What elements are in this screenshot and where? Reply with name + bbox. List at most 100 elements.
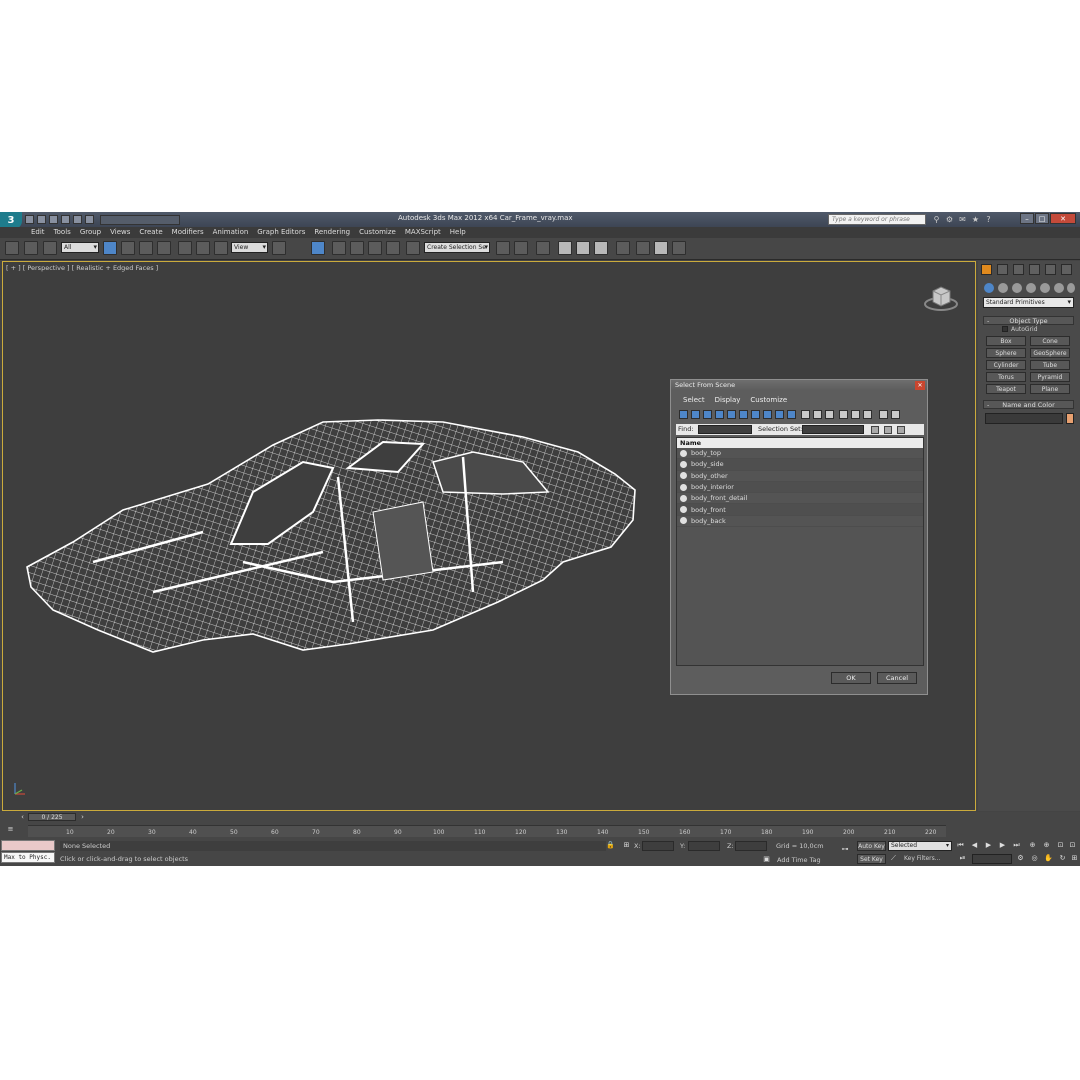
name-column-header[interactable]: Name [677,438,923,448]
orbit-icon[interactable]: ↻ [1058,854,1067,863]
filter-icon[interactable] [879,410,888,419]
reference-coordinate-dropdown[interactable]: View [231,242,268,253]
curve-editor-icon[interactable] [576,241,590,255]
edit-named-selection-icon[interactable] [406,241,420,255]
helpers-icon[interactable] [1040,283,1050,293]
menu-rendering[interactable]: Rendering [314,227,350,238]
cylinder-button[interactable]: Cylinder [986,360,1026,370]
select-by-name-icon[interactable] [121,241,135,255]
remove-from-selection-set-icon[interactable] [897,426,905,434]
rotate-icon[interactable] [196,241,210,255]
material-editor-icon[interactable] [616,241,630,255]
previous-frame-icon[interactable]: ◀ [970,841,979,850]
select-invert-icon[interactable] [863,410,872,419]
scene-object-list[interactable]: Name body_top body_side body_other body_… [676,437,924,666]
selection-set-dropdown[interactable] [802,425,864,434]
redo-icon[interactable] [73,215,82,224]
menu-modifiers[interactable]: Modifiers [172,227,204,238]
teapot-button[interactable]: Teapot [986,384,1026,394]
list-item[interactable]: body_back [677,516,923,528]
lights-icon[interactable] [1012,283,1022,293]
primitive-category-dropdown[interactable]: Standard Primitives [983,297,1074,308]
create-selection-set-icon[interactable] [871,426,879,434]
schematic-view-icon[interactable] [594,241,608,255]
link-icon[interactable] [5,241,19,255]
list-item[interactable]: body_interior [677,481,923,494]
time-configuration-icon[interactable]: ⚙ [1016,854,1025,863]
help-search-input[interactable]: Type a keyword or phrase [828,214,926,225]
object-color-swatch[interactable] [1066,413,1074,424]
pyramid-button[interactable]: Pyramid [1030,372,1070,382]
zoom-all-icon[interactable]: ⊕ [1042,841,1051,850]
bind-space-warp-icon[interactable] [43,241,57,255]
cameras-icon[interactable] [1026,283,1036,293]
geometry-icon[interactable] [984,283,994,293]
project-folder-icon[interactable] [85,215,94,224]
modify-tab-icon[interactable] [997,264,1008,275]
viewcube-icon[interactable] [924,283,958,311]
x-coordinate-field[interactable] [642,841,674,851]
time-tag-icon[interactable]: ▣ [762,855,771,864]
menu-tools[interactable]: Tools [54,227,71,238]
autogrid-checkbox[interactable]: AutoGrid [1002,326,1038,333]
graphite-tools-icon[interactable] [558,241,572,255]
menu-views[interactable]: Views [110,227,130,238]
display-helpers-icon[interactable] [727,410,736,419]
find-input[interactable] [698,425,752,434]
undo-icon[interactable] [61,215,70,224]
binoculars-icon[interactable]: ⚲ [932,215,941,224]
angle-snap-icon[interactable] [350,241,364,255]
select-none-icon[interactable] [851,410,860,419]
menu-maxscript[interactable]: MAXScript [405,227,441,238]
time-slider[interactable]: 0 / 225 [28,813,76,821]
render-setup-icon[interactable] [636,241,650,255]
slider-next-icon[interactable]: › [78,813,87,822]
key-filters-button[interactable]: Key Filters... [904,855,941,862]
scale-icon[interactable] [214,241,228,255]
maxscript-listener-top[interactable] [1,840,55,851]
render-production-icon[interactable] [672,241,686,255]
object-type-rollout[interactable]: Object Type [983,316,1074,325]
add-to-selection-set-icon[interactable] [884,426,892,434]
cancel-button[interactable]: Cancel [877,672,917,684]
systems-icon[interactable] [1067,283,1075,293]
align-icon[interactable] [514,241,528,255]
box-button[interactable]: Box [986,336,1026,346]
dialog-title[interactable]: Select From Scene [671,380,927,391]
geosphere-button[interactable]: GeoSphere [1030,348,1070,358]
save-file-icon[interactable] [49,215,58,224]
space-warps-icon[interactable] [1054,283,1064,293]
set-key-icon[interactable]: ⊶ [838,845,852,854]
plane-button[interactable]: Plane [1030,384,1070,394]
maximize-button[interactable]: □ [1035,213,1049,224]
add-time-tag[interactable]: Add Time Tag [777,856,821,864]
favorites-star-icon[interactable]: ★ [971,215,980,224]
mirror-icon[interactable] [496,241,510,255]
hierarchy-tab-icon[interactable] [1013,264,1024,275]
current-frame-field[interactable] [972,854,1012,864]
ok-button[interactable]: OK [831,672,871,684]
percent-snap-icon[interactable] [368,241,382,255]
menu-graph-editors[interactable]: Graph Editors [257,227,305,238]
display-groups-icon[interactable] [751,410,760,419]
zoom-extents-all-icon[interactable]: ⊡ [1068,841,1077,850]
menu-group[interactable]: Group [80,227,101,238]
z-coordinate-field[interactable] [735,841,767,851]
list-item[interactable]: body_front [677,504,923,516]
slider-prev-icon[interactable]: ‹ [18,813,27,822]
subscription-icon[interactable]: ⚙ [945,215,954,224]
tube-button[interactable]: Tube [1030,360,1070,370]
layer-manager-icon[interactable] [536,241,550,255]
menu-customize[interactable]: Customize [359,227,396,238]
torus-button[interactable]: Torus [986,372,1026,382]
utilities-tab-icon[interactable] [1061,264,1072,275]
menu-edit[interactable]: Edit [31,227,45,238]
menu-help[interactable]: Help [450,227,466,238]
list-item[interactable]: body_front_detail [677,493,923,505]
new-file-icon[interactable] [25,215,34,224]
display-tab-icon[interactable] [1045,264,1056,275]
field-of-view-icon[interactable]: ◎ [1030,854,1039,863]
sync-selection-icon[interactable] [891,410,900,419]
set-key-button[interactable]: Set Key [857,854,886,864]
sphere-button[interactable]: Sphere [986,348,1026,358]
